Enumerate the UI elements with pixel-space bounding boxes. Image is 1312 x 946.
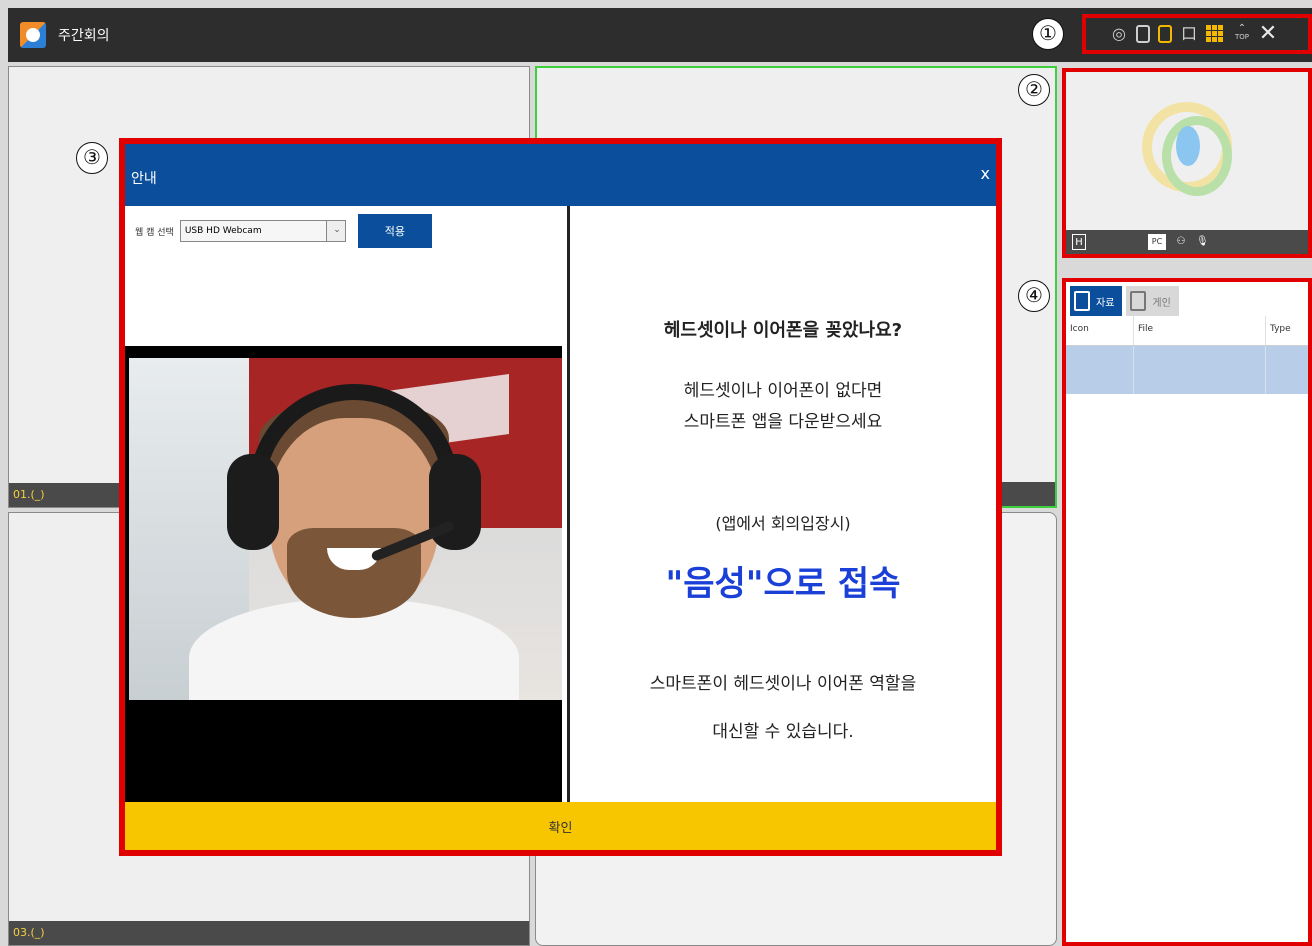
webcam-select-value: USB HD Webcam [184,226,262,236]
guide-text-1: 헤드셋이나 이어폰이 없다면 스마트폰 앱을 다운받으세요 [570,376,996,438]
webcam-label: 웹 캠 선택 [135,227,174,238]
guide-line-1: 헤드셋이나 이어폰이 없다면 [683,381,883,401]
preview-logo-icon [1142,102,1232,196]
webcam-select[interactable]: USB HD Webcam ⌄ [179,220,346,242]
column-header-file[interactable]: File [1134,316,1266,345]
annotation-2: ② [1018,74,1050,106]
annotation-1: ① [1032,18,1064,50]
files-panel: 자료 게인 Icon File Type [1062,278,1312,946]
files-tabs: 자료 게인 [1070,286,1179,316]
webcam-icon[interactable]: ⚇ [1174,234,1188,250]
pc-status-icon[interactable]: PC [1148,234,1166,250]
headset-man-photo [129,358,562,700]
tab-files[interactable]: 자료 [1070,286,1123,316]
confirm-button[interactable]: 확인 [125,802,996,850]
table-cell [1266,346,1308,394]
dialog-title: 안내 [131,171,157,187]
annotation-4: ④ [1018,280,1050,312]
guide-question: 헤드셋이나 이어폰을 꽂았나요? [663,320,903,341]
table-cell [1066,346,1134,394]
guide-line-3: 스마트폰이 헤드셋이나 이어폰 역할을 [649,674,917,694]
microphone-icon[interactable]: 🎙 [1196,234,1209,250]
tab-checklist-label: 게인 [1152,297,1171,309]
tab-files-label: 자료 [1096,297,1115,309]
headset-status-icon[interactable]: H [1072,234,1086,250]
guide-pane: 헤드셋이나 이어폰을 꽂았나요? 헤드셋이나 이어폰이 없다면 스마트폰 앱을 … [567,206,996,810]
column-header-type[interactable]: Type [1266,316,1308,345]
app-window: 주간회의 ① ◎ 口 ⌃ TOP ✕ 01.(_) 03.(_) ② H PC … [0,0,1312,946]
checklist-icon [1130,291,1147,311]
column-header-icon[interactable]: Icon [1066,316,1134,345]
guide-line-4: 대신할 수 있습니다. [712,722,854,742]
window-title: 주간회의 [58,28,110,44]
table-row[interactable] [1066,346,1308,394]
close-icon[interactable]: ✕ [1258,23,1278,45]
webcam-pane: 웹 캠 선택 USB HD Webcam ⌄ 적용 [125,206,562,810]
preview-status-bar: H PC ⚇ 🎙 [1066,230,1308,254]
layout-dual-icon[interactable] [1158,25,1172,43]
annotation-3: ③ [76,142,108,174]
self-preview: H PC ⚇ 🎙 [1062,68,1312,258]
files-table-header: Icon File Type [1066,316,1308,346]
chat-icon[interactable]: 口 [1180,25,1198,43]
guide-paren: (앱에서 회의입장시) [715,514,851,533]
table-cell [1134,346,1266,394]
dialog-body: 웹 캠 선택 USB HD Webcam ⌄ 적용 헤드셋이나 이어폰을 꽂았나… [125,206,996,810]
document-icon [1074,291,1090,311]
dialog-title-bar: 안내 x [125,144,996,206]
photo-earcup-left [227,454,279,550]
notice-dialog: 안내 x 웹 캠 선택 USB HD Webcam ⌄ 적용 헤드셋이나 이어폰… [119,138,1002,856]
guide-emphasis: "음성"으로 접속 [665,564,901,604]
tab-checklist[interactable]: 게인 [1126,286,1179,316]
apply-button[interactable]: 적용 [357,214,432,248]
refresh-icon[interactable]: ◎ [1110,25,1128,43]
webcam-preview [125,346,562,810]
top-icon[interactable]: ⌃ TOP [1232,24,1250,43]
grid-icon[interactable] [1206,25,1224,43]
layout-single-icon[interactable] [1136,25,1150,43]
webcam-selector-row: 웹 캠 선택 USB HD Webcam ⌄ 적용 [135,214,432,248]
app-logo-icon [20,22,46,48]
window-toolbar: ◎ 口 ⌃ TOP ✕ [1082,14,1312,54]
dialog-close-icon[interactable]: x [981,164,990,183]
guide-text-2: 스마트폰이 헤드셋이나 이어폰 역할을 대신할 수 있습니다. [570,660,996,756]
guide-line-2: 스마트폰 앱을 다운받으세요 [683,412,883,432]
chevron-down-icon: ⌄ [333,225,341,235]
panel-3-label: 03.(_) [9,921,529,945]
